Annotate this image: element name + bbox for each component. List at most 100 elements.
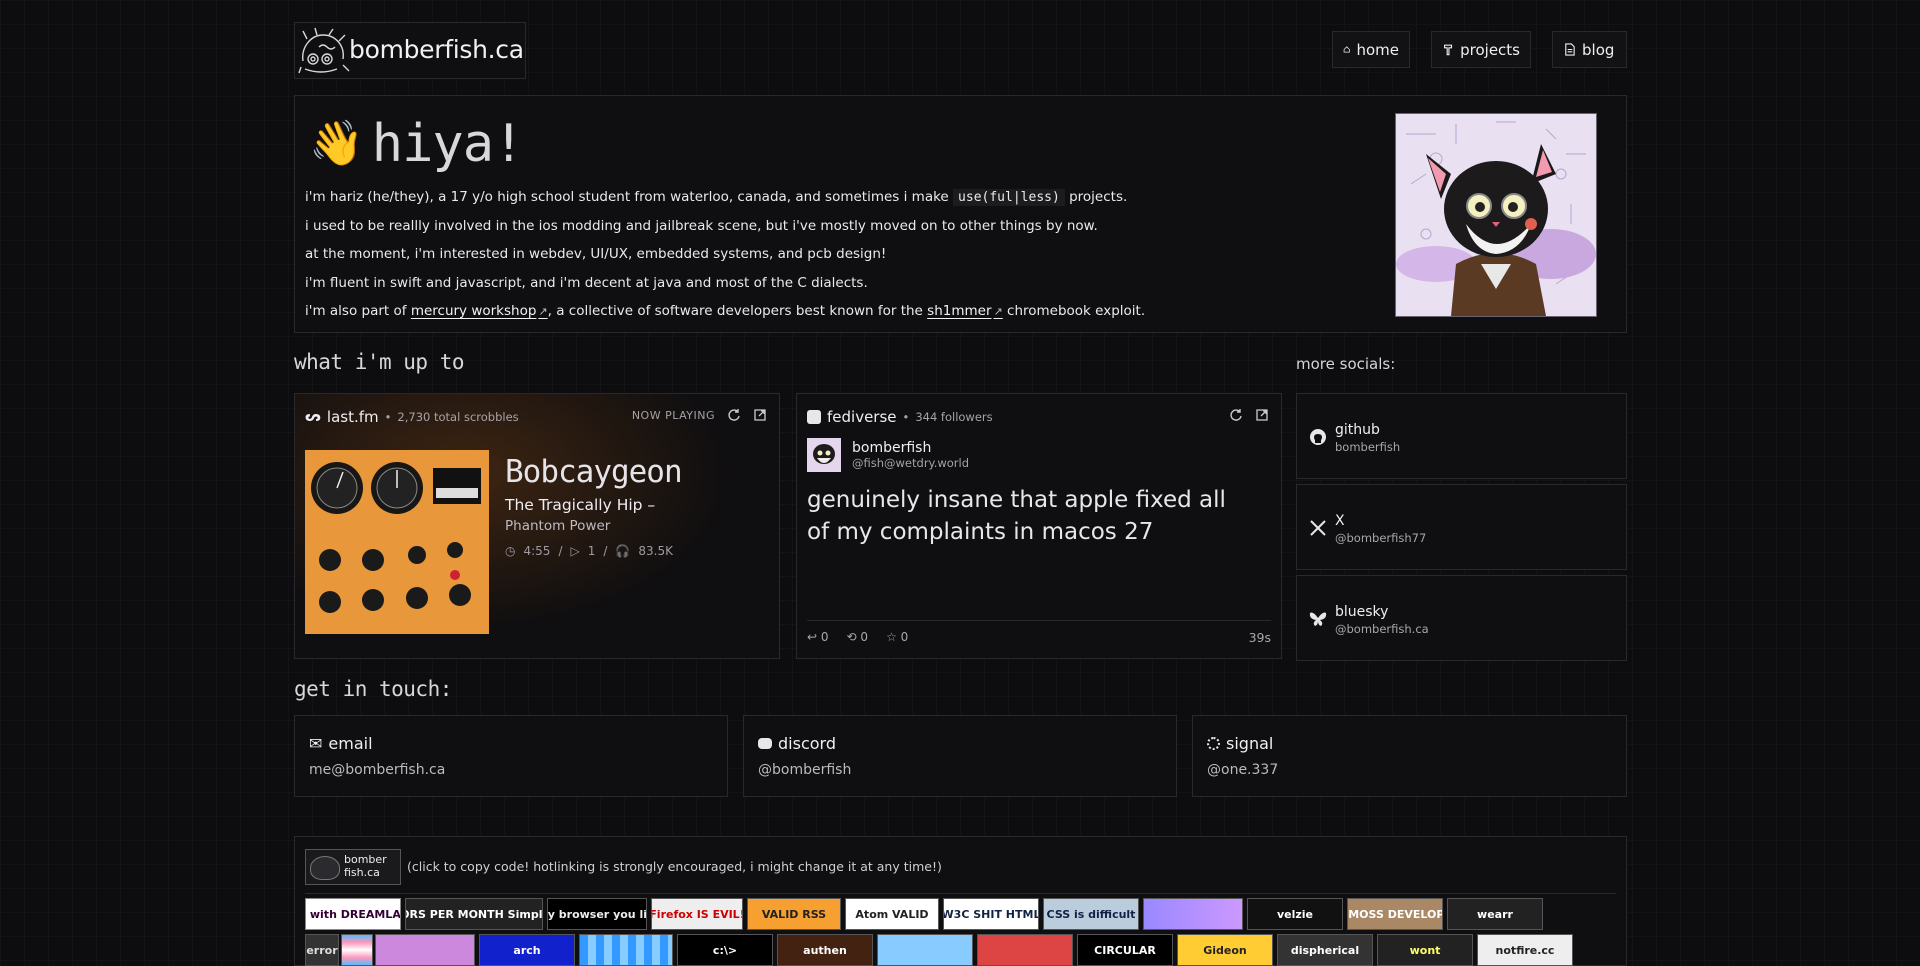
lastfm-header: ᔕ last.fm • 2,730 total scrobbles [305, 408, 519, 426]
badge-dispherical[interactable]: dispherical [1277, 934, 1373, 966]
badge-valid-rss[interactable]: VALID RSS [747, 898, 841, 930]
divider [305, 893, 1616, 894]
badge-wearr[interactable]: wearr [1447, 898, 1543, 930]
badge-pastel[interactable] [1143, 898, 1243, 930]
badge-anime[interactable] [375, 934, 475, 966]
nav-blog-label: blog [1582, 40, 1615, 59]
social-handle: @bomberfish77 [1335, 531, 1427, 545]
badge-valid-atom[interactable]: Atom VALID [845, 898, 939, 930]
home-icon [1343, 46, 1350, 53]
refresh-icon[interactable] [1229, 408, 1243, 422]
star-icon: ☆ [886, 630, 897, 644]
lastfm-actions: NOW PLAYING [632, 408, 767, 422]
bio-text: , a collective of software developers be… [547, 303, 923, 319]
badge-circular[interactable]: CIRCULAR [1077, 934, 1173, 966]
badge-authen[interactable]: authen [777, 934, 873, 966]
site-badge[interactable]: bomber fish.ca [305, 849, 401, 885]
bluesky-icon [1309, 612, 1327, 626]
social-x[interactable]: X @bomberfish77 [1296, 484, 1627, 570]
clock-icon: ◷ [505, 544, 516, 558]
contact-discord[interactable]: discord @bomberfish [743, 715, 1177, 797]
badge-w3c[interactable]: W3C SHIT HTML [943, 898, 1039, 930]
badge-dos[interactable]: c:\> [677, 934, 773, 966]
social-name: bluesky [1335, 604, 1389, 620]
bio-text: i'm hariz (he/they), a 17 y/o high schoo… [305, 189, 949, 205]
fediverse-post-text: genuinely insane that apple fixed all of… [807, 487, 1226, 545]
contact-name: signal [1226, 734, 1274, 753]
nav-projects[interactable]: projects [1431, 31, 1531, 68]
contact-name: email [328, 734, 373, 753]
social-name: X [1335, 513, 1345, 529]
separator: / [558, 544, 563, 558]
bio-line-1: i'm hariz (he/they), a 17 y/o high schoo… [305, 189, 1128, 206]
bio-line-2: i used to be reallly involved in the ios… [305, 218, 1098, 234]
code-snippet: use(ful|less) [953, 189, 1065, 206]
boost-icon: ⟲ [846, 630, 857, 644]
play-count: 1 [587, 544, 596, 558]
nav-projects-label: projects [1460, 40, 1520, 59]
greeting-text: hiya! [371, 114, 525, 174]
sh1mmer-link[interactable]: sh1mmer ↗ [927, 303, 1003, 319]
contact-title: ✉ email [309, 734, 373, 753]
bio-text: i'm also part of [305, 303, 407, 319]
mastodon-icon [807, 410, 821, 424]
badge-firefox-evil[interactable]: Firefox IS EVIL! [651, 898, 743, 930]
socials-heading: more socials: [1296, 355, 1396, 373]
open-external-icon[interactable] [753, 408, 767, 422]
bio-text: projects. [1069, 189, 1128, 205]
badge-velzie[interactable]: velzie [1247, 898, 1343, 930]
refresh-icon[interactable] [727, 408, 741, 422]
favourite-button[interactable]: ☆ 0 [886, 630, 908, 644]
badge-arch[interactable]: arch [479, 934, 575, 966]
bio-line-3: at the moment, i'm interested in webdev,… [305, 246, 887, 262]
nav-home[interactable]: home [1332, 31, 1410, 68]
boost-button[interactable]: ⟲ 0 [847, 630, 869, 644]
fish-logo-icon [298, 27, 350, 74]
social-bluesky[interactable]: bluesky @bomberfish.ca [1296, 575, 1627, 661]
lastfm-card: ᔕ last.fm • 2,730 total scrobbles NOW PL… [294, 393, 780, 659]
external-link-icon: ↗ [993, 305, 1003, 318]
badge-checker[interactable] [579, 934, 673, 966]
badge-simple-analytics[interactable]: 2.5k VISITORS PER MONTH Simple Analytics [405, 898, 543, 930]
post-stats: ↩ 0 ⟲ 0 ☆ 0 [807, 630, 908, 644]
signal-icon [1207, 737, 1220, 750]
nav-blog[interactable]: blog [1552, 31, 1627, 68]
lastfm-label: last.fm [326, 408, 379, 426]
badge-wont[interactable]: wont [1377, 934, 1473, 966]
social-handle: @bomberfish.ca [1335, 622, 1429, 636]
mercury-workshop-link[interactable]: mercury workshop ↗ [411, 303, 548, 319]
badge-trans-flag[interactable] [341, 934, 373, 966]
social-name: github [1335, 422, 1380, 438]
social-github[interactable]: github bomberfish [1296, 393, 1627, 479]
badge-error[interactable]: error [305, 934, 339, 966]
contact-email[interactable]: ✉ email me@bomberfish.ca [294, 715, 728, 797]
badge-gideon[interactable]: Gideon [1177, 934, 1273, 966]
x-icon [1310, 520, 1326, 536]
external-link-icon: ↗ [538, 305, 548, 318]
separator: / [603, 544, 608, 558]
nav-home-label: home [1356, 40, 1399, 59]
badge-dreamland[interactable]: Made with DREAMLAND.js [305, 898, 401, 930]
open-external-icon[interactable] [1255, 408, 1269, 422]
badges-card: bomber fish.ca (click to copy code! hotl… [294, 836, 1627, 966]
badge-red[interactable] [977, 934, 1073, 966]
contact-value: @one.337 [1207, 762, 1279, 778]
badge-foxmoss[interactable]: FOXMOSS DEVELOPING [1347, 898, 1443, 930]
bio-line-5: i'm also part of mercury workshop ↗, a co… [305, 303, 1145, 319]
badge-any-browser[interactable]: any browser you like [547, 898, 647, 930]
site-logo-link[interactable]: bomberfish.ca [294, 22, 526, 79]
contact-signal[interactable]: signal @one.337 [1192, 715, 1627, 797]
reply-button[interactable]: ↩ 0 [807, 630, 829, 644]
track-artist: The Tragically Hip – [505, 496, 656, 514]
track-album: Phantom Power [505, 518, 611, 534]
badge-notfire[interactable]: notfire.cc [1477, 934, 1573, 966]
badge-css-difficult[interactable]: CSS is difficult [1043, 898, 1139, 930]
fediverse-actions [1229, 408, 1269, 422]
listener-count: 83.5K [638, 544, 673, 558]
bullet: • [384, 410, 392, 424]
contact-heading: get in touch: [294, 677, 452, 701]
divider [807, 620, 1271, 621]
greeting: 👋 hiya! [309, 114, 525, 174]
contact-title: discord [758, 734, 836, 753]
badge-blue[interactable] [877, 934, 973, 966]
